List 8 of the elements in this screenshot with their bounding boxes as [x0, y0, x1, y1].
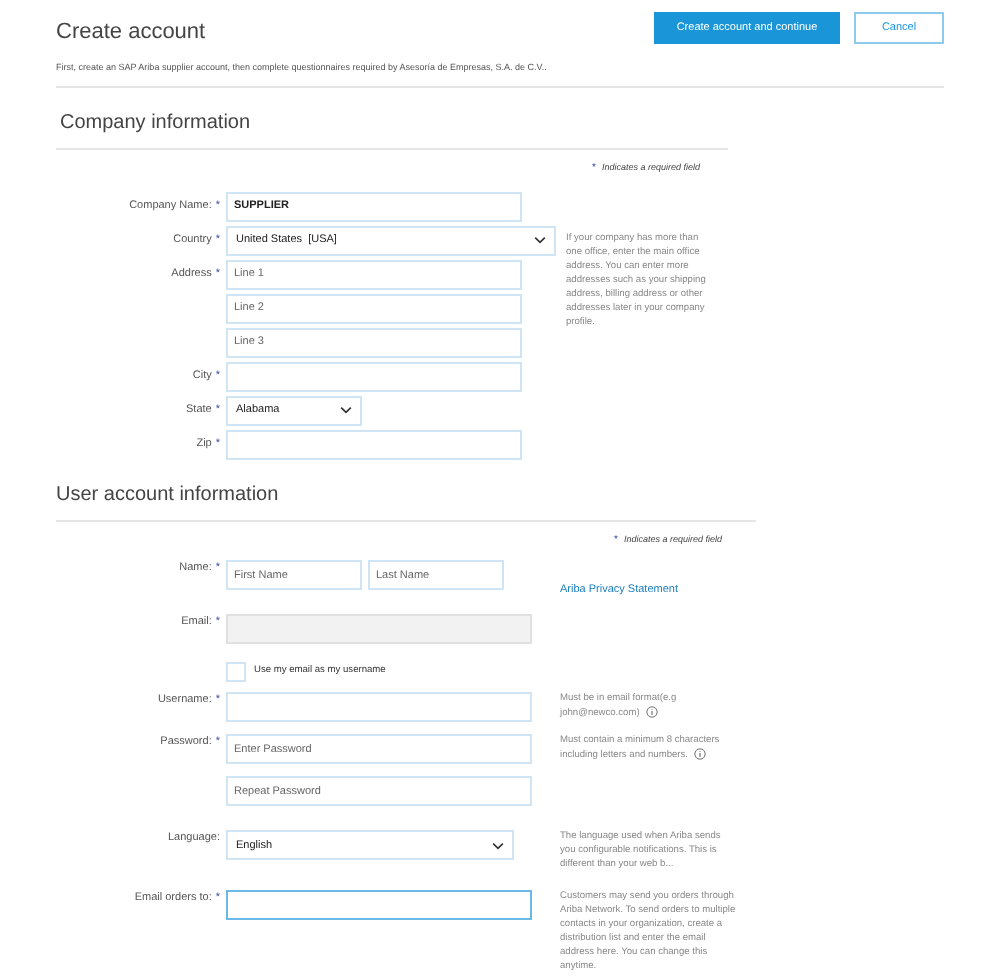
- chevron-down-icon: [534, 236, 546, 245]
- section-heading: Company information: [60, 110, 253, 139]
- chevron-down-icon: [340, 406, 352, 415]
- checkbox[interactable]: [226, 661, 246, 682]
- page-title: Create account: [56, 18, 208, 48]
- chevron-down-icon: [492, 841, 504, 850]
- section-heading: User account information: [56, 481, 281, 510]
- text-field[interactable]: [226, 890, 532, 921]
